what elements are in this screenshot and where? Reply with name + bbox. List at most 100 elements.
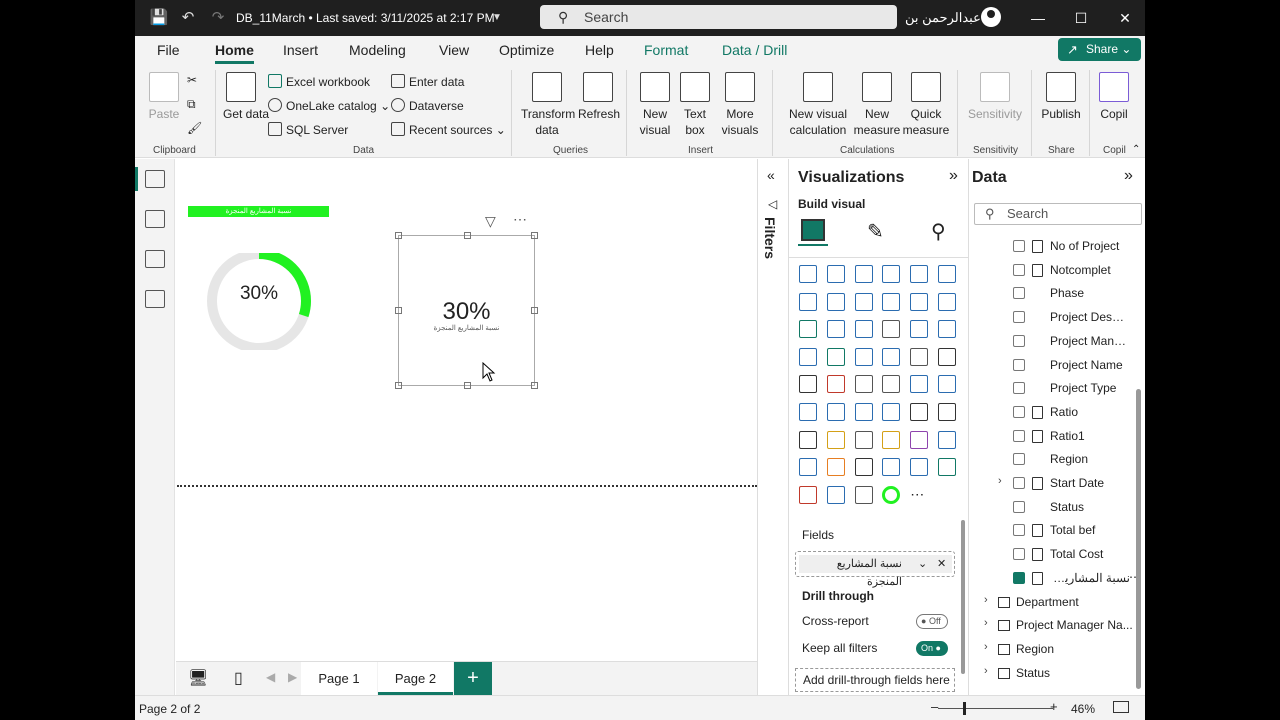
collapse-ribbon-icon[interactable]: ⌃ xyxy=(1132,142,1140,158)
tab-page-1[interactable]: Page 1 xyxy=(301,662,377,695)
visual-type-icon[interactable] xyxy=(799,403,817,421)
green-title-shape[interactable]: نسبة المشاريع المنجزة xyxy=(188,206,329,217)
tab-optimize[interactable]: Optimize xyxy=(499,42,554,58)
expand-filters-icon[interactable]: « xyxy=(767,167,775,183)
cut-icon[interactable]: ✂ xyxy=(187,72,197,88)
close-icon[interactable]: ✕ xyxy=(1115,8,1135,28)
transform-data-button[interactable]: Transform data xyxy=(521,72,575,138)
prev-page-icon[interactable]: ◀ xyxy=(266,670,275,684)
field-row[interactable]: Project Descri... xyxy=(969,306,1145,330)
visual-type-icon[interactable] xyxy=(882,375,901,394)
visual-type-icon[interactable] xyxy=(882,320,901,339)
field-row[interactable]: Total bef xyxy=(969,519,1145,543)
field-checkbox[interactable] xyxy=(1013,240,1025,252)
visual-type-icon[interactable] xyxy=(910,430,929,449)
expand-chevron-icon[interactable]: › xyxy=(984,594,988,606)
visual-type-icon[interactable] xyxy=(938,292,956,311)
table-row[interactable]: › Project Manager Na... xyxy=(969,614,1145,638)
visual-type-icon[interactable] xyxy=(799,458,817,477)
format-painter-icon[interactable]: 🖌 xyxy=(187,120,202,136)
visual-type-icon[interactable] xyxy=(799,375,817,394)
zoom-out-icon[interactable]: – xyxy=(931,699,938,714)
visual-type-icon[interactable] xyxy=(799,320,817,339)
visual-type-icon[interactable] xyxy=(799,430,817,449)
tab-help[interactable]: Help xyxy=(585,42,614,58)
zoom-slider-thumb[interactable] xyxy=(963,702,966,715)
field-row[interactable]: Ratio1 xyxy=(969,425,1145,449)
field-checkbox[interactable] xyxy=(1013,548,1025,561)
visual-type-icon[interactable] xyxy=(799,292,817,311)
visual-type-icon[interactable] xyxy=(910,292,929,311)
tab-modeling[interactable]: Modeling xyxy=(349,42,406,58)
visual-type-icon[interactable] xyxy=(938,430,956,449)
visual-type-icon[interactable] xyxy=(799,265,817,283)
visual-type-icon[interactable] xyxy=(799,485,817,504)
enter-data-button[interactable]: Enter data xyxy=(391,74,464,90)
field-row[interactable]: Status xyxy=(969,496,1145,520)
get-data-button[interactable]: Get data xyxy=(223,72,269,122)
sql-server-button[interactable]: SQL Server xyxy=(268,122,348,138)
visual-type-icon[interactable] xyxy=(854,375,873,394)
keep-filters-toggle[interactable]: On ● xyxy=(916,641,948,656)
fields-well[interactable]: نسبة المشاريع المنجزة ✕ ⌄ xyxy=(795,551,955,588)
tab-file[interactable]: File xyxy=(157,42,180,58)
field-row[interactable]: Project Name xyxy=(969,354,1145,378)
field-row[interactable]: Region xyxy=(969,448,1145,472)
resize-handle[interactable] xyxy=(531,232,538,239)
visual-type-icon[interactable] xyxy=(854,292,873,311)
minimize-icon[interactable]: — xyxy=(1028,8,1048,28)
field-checkbox[interactable] xyxy=(1013,382,1025,395)
desktop-layout-icon[interactable]: 🖥 xyxy=(188,668,208,688)
expand-chevron-icon[interactable]: › xyxy=(984,617,988,629)
field-row[interactable]: No of Project xyxy=(969,235,1145,259)
mobile-layout-icon[interactable]: ▯ xyxy=(234,668,243,688)
maximize-icon[interactable]: ☐ xyxy=(1071,8,1091,28)
visualizations-scrollbar[interactable] xyxy=(961,520,965,674)
field-checkbox[interactable] xyxy=(1013,334,1025,347)
filter-icon[interactable]: ▽ xyxy=(485,213,496,230)
data-search-input[interactable]: ⚲ Search xyxy=(974,203,1142,225)
visual-type-icon[interactable] xyxy=(826,458,845,477)
table-row[interactable]: › Status xyxy=(969,662,1145,686)
cross-report-toggle[interactable]: ● Off xyxy=(916,614,948,629)
tab-view[interactable]: View xyxy=(439,42,469,58)
add-page-button[interactable]: + xyxy=(454,662,492,695)
copy-icon[interactable]: ⧉ xyxy=(187,96,196,112)
visual-type-icon[interactable] xyxy=(799,347,817,366)
visual-type-icon[interactable] xyxy=(826,320,845,339)
visual-type-icon[interactable] xyxy=(938,403,956,421)
remove-field-icon[interactable]: ✕ xyxy=(937,555,946,573)
sensitivity-button[interactable]: Sensitivity xyxy=(965,72,1025,122)
visual-type-icon[interactable] xyxy=(910,320,929,339)
field-row[interactable]: Ratio xyxy=(969,401,1145,425)
report-view-icon[interactable] xyxy=(145,170,165,188)
dataverse-button[interactable]: Dataverse xyxy=(391,98,464,114)
onelake-catalog-button[interactable]: OneLake catalog ⌄ xyxy=(268,98,390,114)
recent-sources-button[interactable]: Recent sources ⌄ xyxy=(391,122,506,138)
visual-type-icon[interactable] xyxy=(910,265,929,283)
table-view-icon[interactable] xyxy=(145,210,165,228)
zoom-in-icon[interactable]: + xyxy=(1050,699,1058,714)
table-row[interactable]: › Region xyxy=(969,638,1145,662)
more-options-icon[interactable]: ⋯ xyxy=(513,211,527,228)
field-checkbox[interactable] xyxy=(1013,477,1025,489)
search-box[interactable]: ⚲ Search xyxy=(540,5,897,29)
tab-home[interactable]: Home xyxy=(215,42,254,64)
text-box-button[interactable]: Text box xyxy=(678,72,712,138)
visual-type-icon[interactable] xyxy=(882,403,901,421)
visual-type-icon[interactable] xyxy=(910,347,929,366)
document-title[interactable]: DB_11March • Last saved: 3/11/2025 at 2:… xyxy=(236,11,495,25)
card-visual[interactable]: 30% نسبة المشاريع المنجزة xyxy=(395,232,538,389)
visual-type-icon[interactable] xyxy=(854,265,873,283)
save-icon[interactable]: 💾 xyxy=(149,8,169,28)
dax-query-view-icon[interactable] xyxy=(145,290,165,308)
field-checkbox[interactable] xyxy=(1013,263,1025,276)
user-name[interactable]: عبدالرحمن بن xyxy=(905,10,981,26)
visual-type-icon[interactable] xyxy=(854,458,873,477)
collapse-data-icon[interactable]: » xyxy=(1124,167,1133,185)
new-measure-button[interactable]: New measure xyxy=(853,72,901,138)
expand-chevron-icon[interactable]: › xyxy=(984,665,988,677)
expand-chevron-icon[interactable]: › xyxy=(998,475,1002,487)
visual-type-icon[interactable] xyxy=(826,485,845,504)
field-checkbox[interactable] xyxy=(1013,524,1025,537)
